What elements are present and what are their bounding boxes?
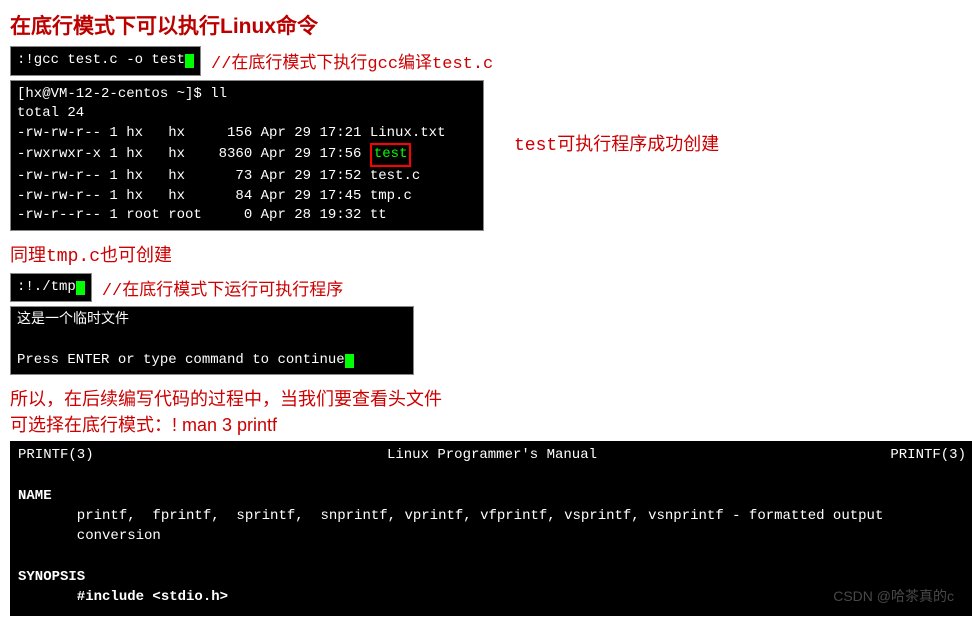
- man-synopsis-header: SYNOPSIS: [18, 569, 85, 585]
- tmp-output-line1: 这是一个临时文件: [17, 312, 129, 328]
- cursor-icon: [76, 281, 85, 295]
- conclusion-line2: 可选择在底行模式：! man 3 printf: [10, 411, 962, 437]
- man-header-center: Linux Programmer's Manual: [387, 445, 597, 465]
- cmd2-row: :!./tmp //在底行模式下运行可执行程序: [10, 273, 962, 303]
- ll-side-note: test可执行程序成功创建: [514, 130, 719, 156]
- cursor-icon: [185, 54, 194, 68]
- cmd1-text: :!gcc test.c -o test: [17, 52, 185, 68]
- cursor-icon: [345, 354, 354, 368]
- cmd2-text: :!./tmp: [17, 279, 76, 295]
- tmp-output-line2: Press ENTER or type command to continue: [17, 352, 345, 368]
- cmd1-terminal: :!gcc test.c -o test: [10, 46, 201, 76]
- man-header-left: PRINTF(3): [18, 445, 94, 465]
- cmd1-row: :!gcc test.c -o test //在底行模式下执行gcc编译test…: [10, 46, 962, 76]
- watermark: CSDN @哈茶真的c: [833, 586, 954, 606]
- cmd2-comment: //在底行模式下运行可执行程序: [102, 275, 343, 301]
- cmd1-comment: //在底行模式下执行gcc编译test.c: [211, 48, 493, 74]
- conclusion-line1: 所以，在后续编写代码的过程中，当我们要查看头文件: [10, 385, 962, 411]
- ll-row: [hx@VM-12-2-centos ~]$ ll total 24 -rw-r…: [10, 80, 962, 231]
- page-title: 在底行模式下可以执行Linux命令: [10, 10, 962, 40]
- man-synopsis-body: #include <stdio.h>: [18, 589, 228, 605]
- tmp-note: 同理tmp.c也可创建: [10, 241, 962, 267]
- cmd2-terminal: :!./tmp: [10, 273, 92, 303]
- ll-terminal: [hx@VM-12-2-centos ~]$ ll total 24 -rw-r…: [10, 80, 484, 231]
- man-page: PRINTF(3) Linux Programmer's Manual PRINTF…: [10, 441, 972, 615]
- man-name-header: NAME: [18, 488, 52, 504]
- man-header-right: PRINTF(3): [890, 445, 966, 465]
- tmp-output-terminal: 这是一个临时文件 Press ENTER or type command to …: [10, 306, 414, 375]
- man-name-body: printf, fprintf, sprintf, snprintf, vpri…: [18, 508, 883, 544]
